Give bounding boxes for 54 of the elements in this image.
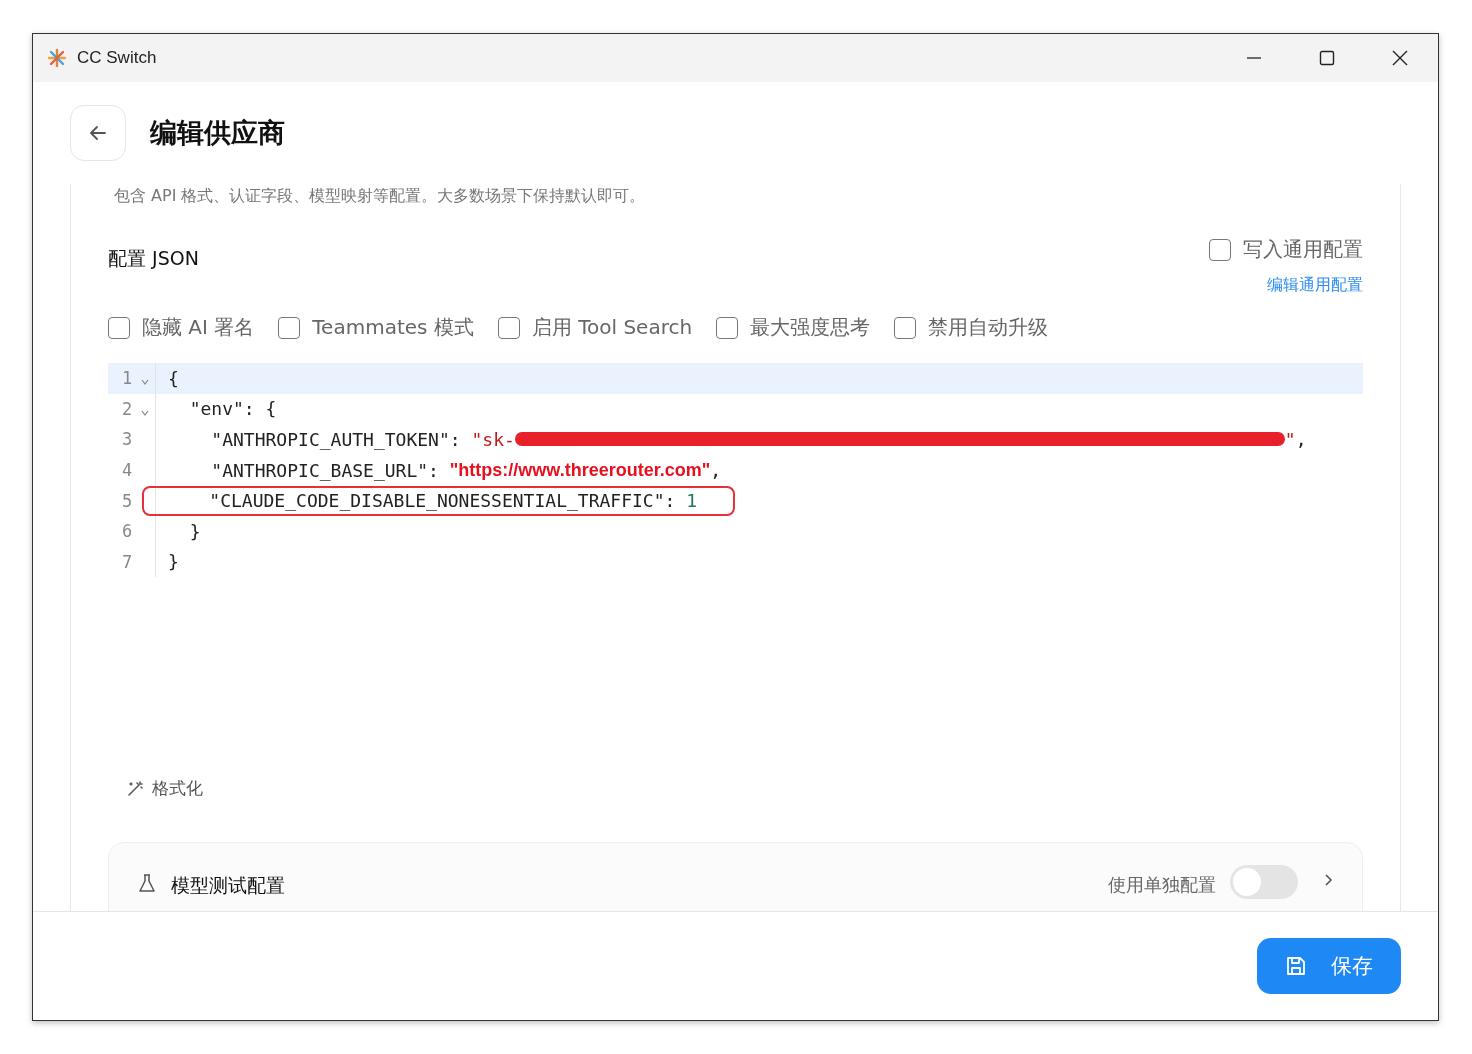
checkbox-label: 禁用自动升级 [928,314,1049,341]
page-title: 编辑供应商 [150,116,285,150]
option-checkbox[interactable]: Teammates 模式 [278,314,474,341]
test-config-card[interactable]: 模型测试配置 使用单独配置 [108,842,1363,911]
checkbox-label: 启用 Tool Search [531,314,693,341]
code-line: "ANTHROPIC_AUTH_TOKEN": "sk- ", [210,428,1308,452]
option-checkbox[interactable]: 最大强度思考 [716,314,871,341]
code-line: "ANTHROPIC_BASE_URL": "https://www.threerouter.com", [210,458,723,483]
format-button[interactable]: 格式化 [122,773,207,804]
line-number: 5 [122,490,134,511]
checkbox-label: Teammates 模式 [312,314,474,341]
checkbox-square[interactable] [716,316,739,339]
code-line: } [167,550,180,575]
save-button[interactable]: 保存 [1257,938,1401,994]
section-title: 配置 JSON [108,246,199,271]
close-icon[interactable] [1392,50,1408,66]
fold-chevron-icon[interactable] [140,408,150,417]
line-number: 1 [122,368,134,389]
line-number: 6 [122,521,134,542]
chevron-right-icon[interactable] [1322,873,1334,887]
option-checkbox[interactable]: 禁用自动升级 [894,314,1049,341]
code-line: "CLAUDE_CODE_DISABLE_NONESSENTIAL_TRAFFIC": 1 [142,485,736,516]
line-number: 2 [122,398,134,419]
option-checkbox[interactable]: 启用 Tool Search [497,314,693,341]
back-arrow-icon [88,123,108,143]
edit-common-link[interactable]: 编辑通用配置 [1267,275,1363,296]
code-line: } [188,519,202,544]
checkbox-square[interactable] [1209,238,1231,261]
card-title: 模型测试配置 [171,873,285,898]
checkbox-square[interactable] [894,316,917,339]
window-title: CC Switch [77,48,157,68]
code-editor[interactable]: 1 { 2 "env": { 3 "ANTHROPIC_AUTH_TOKEN": "sk- ", 4 "ANTHROPIC_BASE_URL": "https://www.threerouter.com", 5 "CLAUDE_CODE_DISABLE_NONESSENTIAL_TRAFFIC": 1 6 } 7 } [108,363,1363,743]
checkbox-label: 隐藏 AI 署名 [142,314,255,341]
checkbox-square[interactable] [497,316,520,339]
checkbox-label: 写入通用配置 [1243,236,1363,263]
line-number: 3 [122,429,134,450]
magic-wand-icon [126,779,144,798]
back-button[interactable] [70,105,126,161]
description-text: 包含 API 格式、认证字段、模型映射等配置。大多数场景下保持默认即可。 [113,185,647,207]
checkbox-label: 最大强度思考 [750,314,871,341]
code-line: { [167,366,180,391]
option-checkbox[interactable]: 隐藏 AI 署名 [108,314,255,341]
line-number: 7 [122,551,134,572]
maximize-icon[interactable] [1319,50,1335,66]
fold-chevron-icon[interactable] [140,378,150,387]
toggle-switch[interactable] [1230,865,1298,899]
starburst-logo-icon [47,48,67,68]
line-number: 4 [122,460,134,481]
checkbox-square[interactable] [108,316,130,339]
toggle-label: 使用单独配置 [1108,873,1216,897]
write-common-checkbox[interactable]: 写入通用配置 [1209,236,1363,263]
flask-icon [137,873,157,893]
code-line: "env": { [188,397,278,422]
checkbox-square[interactable] [278,316,301,339]
